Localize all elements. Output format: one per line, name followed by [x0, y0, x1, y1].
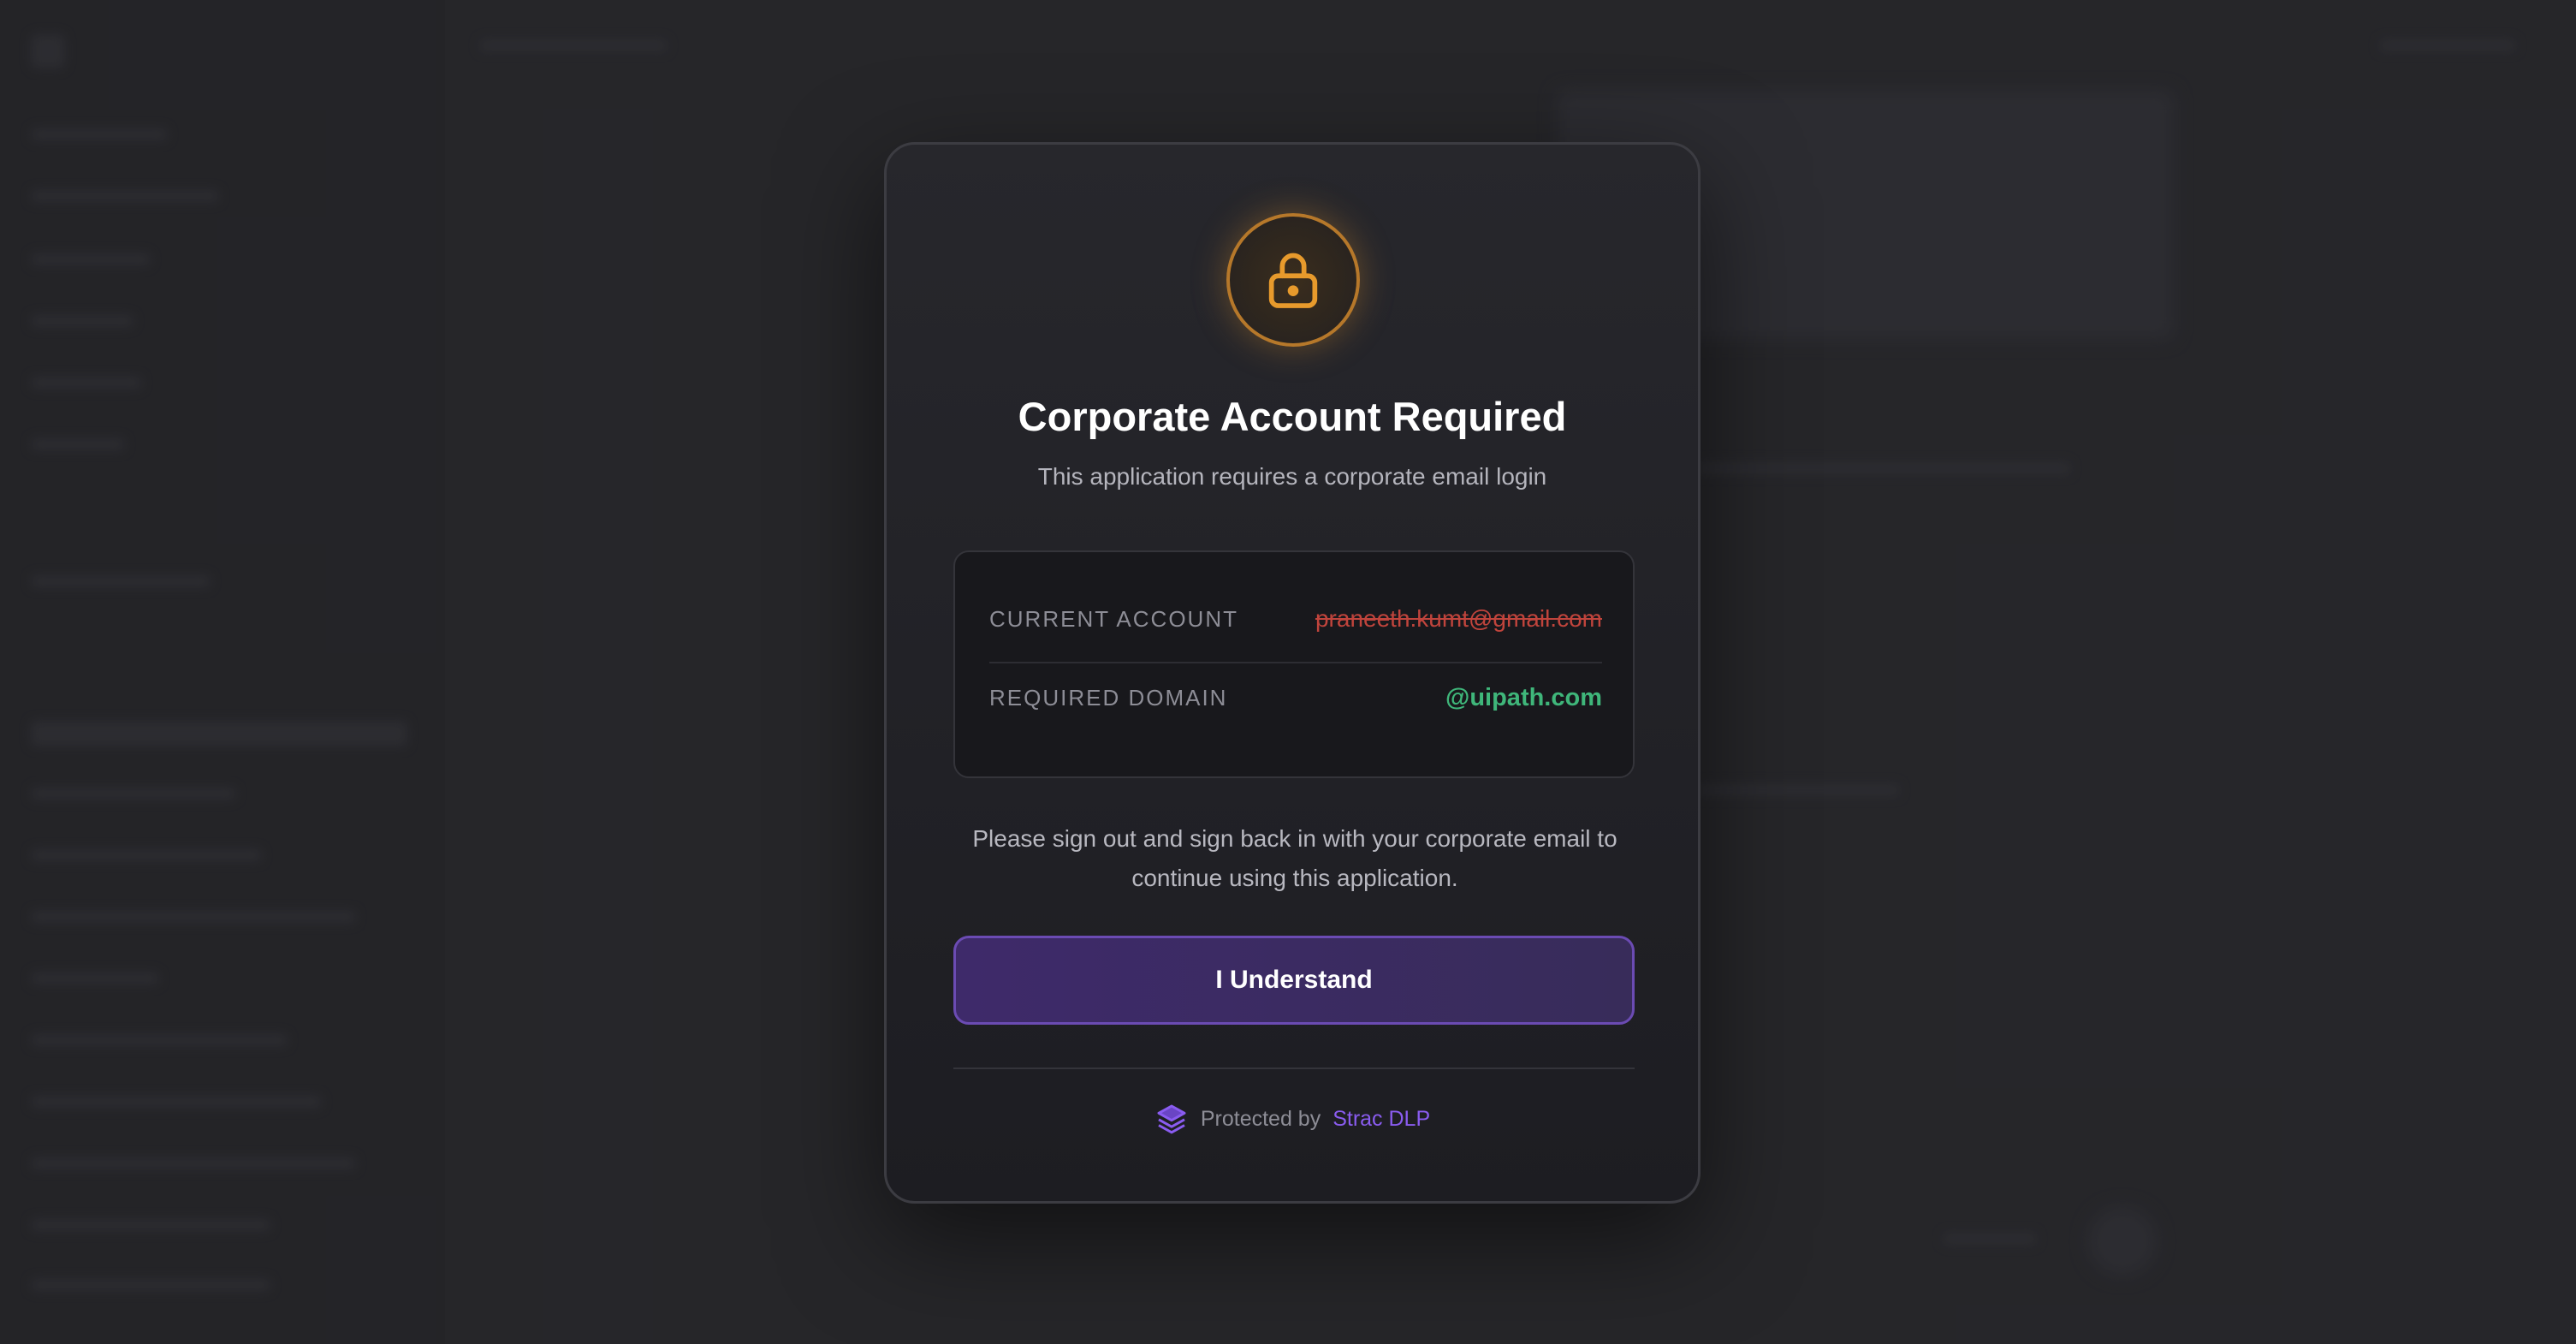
account-info-panel: CURRENT ACCOUNT praneeth.kumt@gmail.com … [953, 550, 1635, 778]
required-domain-row: REQUIRED DOMAIN @uipath.com [989, 681, 1602, 715]
info-divider [989, 662, 1602, 663]
protected-by-footer: Protected by Strac DLP [887, 1102, 1698, 1136]
modal-title: Corporate Account Required [1018, 394, 1567, 439]
lock-icon [1268, 253, 1318, 308]
footer-divider [953, 1067, 1635, 1069]
current-account-value: praneeth.kumt@gmail.com [1315, 605, 1602, 632]
i-understand-button[interactable]: I Understand [953, 936, 1635, 1025]
current-account-label: CURRENT ACCOUNT [989, 605, 1238, 632]
modal-subtitle: This application requires a corporate em… [1037, 463, 1547, 490]
instruction-message: Please sign out and sign back in with yo… [972, 825, 1617, 891]
required-domain-label: REQUIRED DOMAIN [989, 684, 1228, 711]
current-account-row: CURRENT ACCOUNT praneeth.kumt@gmail.com [989, 602, 1602, 636]
required-domain-value: @uipath.com [1445, 683, 1602, 711]
strac-dlp-link[interactable]: Strac DLP [1333, 1107, 1430, 1132]
footer-text: Protected by [1200, 1106, 1321, 1131]
lock-icon-badge [1226, 213, 1360, 347]
layers-icon [1157, 1104, 1186, 1134]
corporate-account-modal: Corporate Account Required This applicat… [884, 142, 1701, 1204]
